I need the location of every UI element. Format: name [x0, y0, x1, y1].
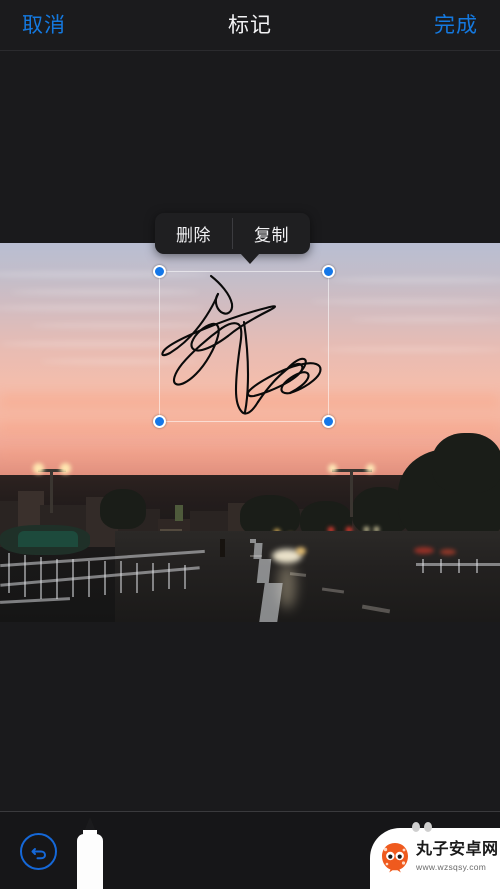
pen-body [77, 834, 103, 889]
selection-box[interactable] [153, 265, 335, 428]
undo-button[interactable] [20, 833, 57, 870]
context-menu: 删除 复制 [155, 213, 310, 264]
watermark-url: www.wzsqsy.com [416, 862, 487, 872]
road [115, 531, 500, 622]
page-title: 标记 [228, 13, 272, 37]
context-menu-copy[interactable]: 复制 [233, 213, 310, 254]
pen-tool[interactable] [76, 817, 104, 889]
done-button[interactable]: 完成 [434, 15, 478, 36]
cancel-button[interactable]: 取消 [22, 15, 66, 36]
markup-canvas[interactable]: 删除 复制 [0, 51, 500, 811]
navigation-bar: 取消 标记 完成 [0, 0, 500, 51]
context-menu-delete[interactable]: 删除 [155, 213, 232, 254]
resize-handle-top-right[interactable] [322, 265, 335, 278]
context-menu-arrow [240, 253, 260, 264]
resize-handle-bottom-left[interactable] [153, 415, 166, 428]
markup-screen: 取消 标记 完成 删除 复制 丸子安卓网 www.wzsqsy.com [0, 0, 500, 889]
watermark-texts: 丸子安卓网 www.wzsqsy.com [416, 840, 499, 873]
resize-handle-top-left[interactable] [153, 265, 166, 278]
resize-handle-bottom-right[interactable] [322, 415, 335, 428]
watermark-title: 丸子安卓网 [416, 841, 499, 858]
watermark: 丸子安卓网 www.wzsqsy.com [370, 822, 500, 889]
watermark-logo-icon [382, 843, 408, 873]
undo-icon [31, 847, 46, 859]
